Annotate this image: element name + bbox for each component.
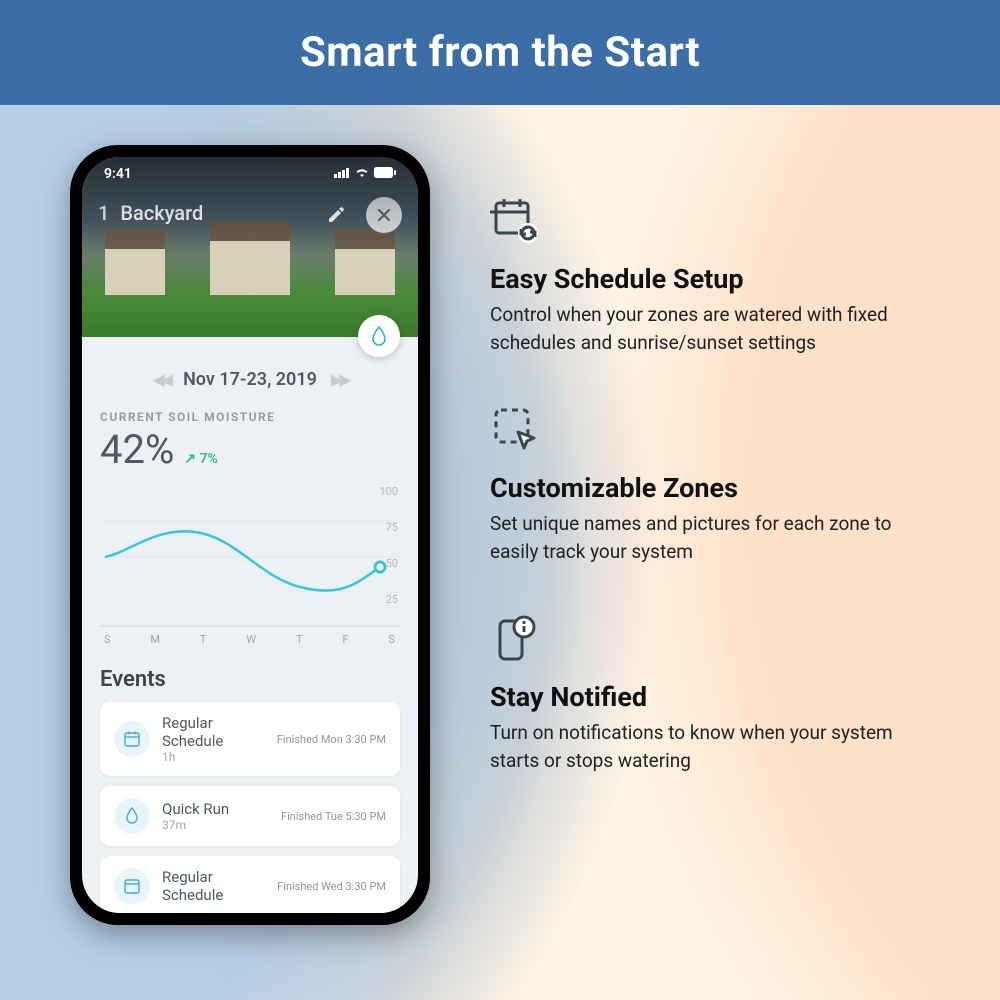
phone-mockup: 9:41 1 Backyard <box>70 145 430 925</box>
chart-svg <box>100 487 400 627</box>
zone-name: 1 Backyard <box>98 201 203 225</box>
calendar-icon <box>114 868 150 904</box>
y-tick: 75 <box>386 521 398 534</box>
prev-week-button[interactable]: ◀◀ <box>152 370 169 389</box>
x-tick: M <box>150 633 161 646</box>
feature-title: Easy Schedule Setup <box>490 263 930 295</box>
event-row[interactable]: Quick Run 37m Finished Tue 5:30 PM <box>100 786 400 846</box>
event-status: Finished Tue 5:30 PM <box>281 810 386 823</box>
zone-number: 1 <box>98 201 109 225</box>
feature-desc: Turn on notifications to know when your … <box>490 719 930 774</box>
close-icon <box>376 207 392 223</box>
moisture-label: CURRENT SOIL MOISTURE <box>100 410 400 424</box>
x-tick: W <box>246 633 257 646</box>
event-name: Quick Run <box>162 800 269 818</box>
moisture-chart: 100 75 50 25 S M <box>100 487 400 657</box>
calendar-icon <box>114 721 150 757</box>
phone-screen: 9:41 1 Backyard <box>82 157 418 913</box>
battery-icon <box>374 166 396 182</box>
status-time: 9:41 <box>104 166 132 182</box>
zone-label: Backyard <box>120 201 203 225</box>
event-name: Regular Schedule <box>162 714 265 750</box>
status-icons <box>334 166 396 182</box>
phone-info-icon <box>490 613 930 669</box>
event-status: Finished Wed 3:30 PM <box>277 880 386 893</box>
signal-icon <box>334 166 350 182</box>
x-axis: S M T W T F S <box>100 631 400 646</box>
feature-title: Stay Notified <box>490 681 930 713</box>
event-status: Finished Mon 3:30 PM <box>277 733 386 746</box>
page-title: Smart from the Start <box>300 28 700 77</box>
feature-title: Customizable Zones <box>490 472 930 504</box>
feature-desc: Set unique names and pictures for each z… <box>490 510 930 565</box>
water-button[interactable] <box>358 315 400 357</box>
x-tick: S <box>388 633 396 646</box>
wifi-icon <box>354 166 370 182</box>
events-title: Events <box>100 667 400 692</box>
feature-notified: Stay Notified Turn on notifications to k… <box>490 613 930 774</box>
date-range: Nov 17-23, 2019 <box>183 369 317 390</box>
feature-schedule: Easy Schedule Setup Control when your zo… <box>490 195 930 356</box>
pencil-icon <box>326 205 346 225</box>
close-button[interactable] <box>366 197 402 233</box>
select-cursor-icon <box>490 404 930 460</box>
event-duration: 37m <box>162 818 269 832</box>
water-drop-icon <box>370 326 388 346</box>
feature-zones: Customizable Zones Set unique names and … <box>490 404 930 565</box>
moisture-delta: 7% <box>184 451 218 467</box>
y-tick: 100 <box>379 485 398 498</box>
features-panel: Easy Schedule Setup Control when your zo… <box>490 145 930 925</box>
feature-desc: Control when your zones are watered with… <box>490 301 930 356</box>
page-header: Smart from the Start <box>0 0 1000 105</box>
date-navigator: ◀◀ Nov 17-23, 2019 ▶▶ <box>100 349 400 404</box>
x-tick: F <box>342 633 349 646</box>
water-drop-icon <box>114 798 150 834</box>
event-name: Regular Schedule <box>162 868 265 904</box>
status-bar: 9:41 <box>82 157 418 191</box>
x-tick: S <box>104 633 112 646</box>
next-week-button[interactable]: ▶▶ <box>331 370 348 389</box>
x-tick: T <box>200 633 208 646</box>
event-row[interactable]: Regular Schedule 1h Finished Mon 3:30 PM <box>100 702 400 776</box>
moisture-value: 42% <box>100 426 174 473</box>
y-tick: 25 <box>386 593 398 606</box>
y-tick: 50 <box>386 557 398 570</box>
event-row[interactable]: Regular Schedule Finished Wed 3:30 PM <box>100 856 400 913</box>
edit-button[interactable] <box>318 197 354 233</box>
x-tick: T <box>296 633 304 646</box>
event-duration: 1h <box>162 750 265 764</box>
calendar-sync-icon <box>490 195 930 251</box>
